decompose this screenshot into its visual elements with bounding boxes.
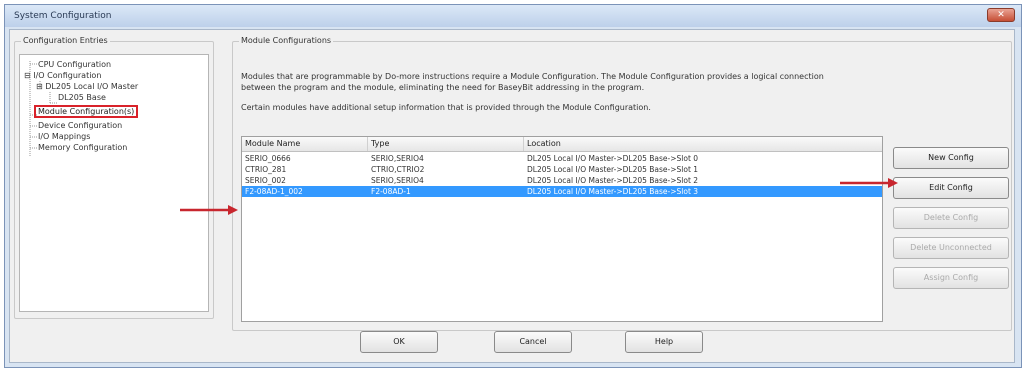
tree-item-label: I/O Configuration <box>33 71 102 80</box>
delete-config-button[interactable]: Delete Config <box>893 207 1009 229</box>
cell-type: SERIO,SERIO4 <box>371 176 424 185</box>
tree-item-device-configuration[interactable]: Device Configuration <box>38 121 122 130</box>
column-header-module-name[interactable]: Module Name <box>242 137 368 151</box>
tree-item-io-mappings[interactable]: I/O Mappings <box>38 132 90 141</box>
cell-module-name: CTRIO_281 <box>245 165 287 174</box>
table-row[interactable]: SERIO_0666 SERIO,SERIO4 DL205 Local I/O … <box>242 153 882 164</box>
description-line: between the program and the module, elim… <box>241 83 645 92</box>
table-row-selected[interactable]: F2-08AD-1_002 F2-08AD-1 DL205 Local I/O … <box>242 186 882 197</box>
collapse-icon[interactable]: ⊟ <box>36 82 43 91</box>
cell-location: DL205 Local I/O Master->DL205 Base->Slot… <box>527 165 699 174</box>
tree-item-cpu-configuration[interactable]: CPU Configuration <box>38 60 111 69</box>
description-line: Modules that are programmable by Do-more… <box>241 72 824 81</box>
tree-item-memory-configuration[interactable]: Memory Configuration <box>38 143 127 152</box>
cell-location: DL205 Local I/O Master->DL205 Base->Slot… <box>527 154 699 163</box>
help-button[interactable]: Help <box>625 331 703 353</box>
description-line: Certain modules have additional setup in… <box>241 103 651 112</box>
tree-item-label: Device Configuration <box>38 121 123 130</box>
tree-item-io-configuration[interactable]: ⊟ I/O Configuration <box>24 71 101 80</box>
cell-type: SERIO,SERIO4 <box>371 154 424 163</box>
table-row[interactable]: CTRIO_281 CTRIO,CTRIO2 DL205 Local I/O M… <box>242 164 882 175</box>
configuration-tree[interactable]: CPU Configuration ⊟ I/O Configuration ⊟ … <box>19 54 209 312</box>
cell-location: DL205 Local I/O Master->DL205 Base->Slot… <box>527 176 699 185</box>
delete-unconnected-button[interactable]: Delete Unconnected <box>893 237 1009 259</box>
column-header-location[interactable]: Location <box>524 137 882 151</box>
cell-module-name: SERIO_0666 <box>245 154 291 163</box>
assign-config-button[interactable]: Assign Config <box>893 267 1009 289</box>
column-header-type[interactable]: Type <box>368 137 524 151</box>
tree-item-label: DL205 Local I/O Master <box>45 82 139 91</box>
tree-item-label: DL205 Base <box>58 93 106 102</box>
new-config-button[interactable]: New Config <box>893 147 1009 169</box>
cell-type: F2-08AD-1 <box>371 187 411 196</box>
cell-module-name: SERIO_002 <box>245 176 286 185</box>
edit-config-button[interactable]: Edit Config <box>893 177 1009 199</box>
window-title: System Configuration <box>14 11 112 21</box>
tree-item-dl205-local-io-master[interactable]: ⊟ DL205 Local I/O Master <box>36 82 138 91</box>
title-bar[interactable]: System Configuration ✕ <box>5 5 1021 27</box>
cell-location: DL205 Local I/O Master->DL205 Base->Slot… <box>527 187 699 196</box>
tree-item-label: Memory Configuration <box>38 143 128 152</box>
dialog-body: Configuration Entries CPU Configuration … <box>9 29 1015 363</box>
tree-item-label: I/O Mappings <box>38 132 91 141</box>
close-icon: ✕ <box>997 10 1005 20</box>
table-row[interactable]: SERIO_002 SERIO,SERIO4 DL205 Local I/O M… <box>242 175 882 186</box>
cell-type: CTRIO,CTRIO2 <box>371 165 425 174</box>
configuration-entries-group: Configuration Entries CPU Configuration … <box>14 36 214 319</box>
tree-item-label: Module Configuration(s) <box>38 107 135 116</box>
callout-arrow-icon <box>180 205 238 215</box>
ok-button[interactable]: OK <box>360 331 438 353</box>
cancel-button[interactable]: Cancel <box>494 331 572 353</box>
tree-item-label: CPU Configuration <box>38 60 112 69</box>
collapse-icon[interactable]: ⊟ <box>24 71 31 80</box>
module-configurations-table[interactable]: Module Name Type Location SERIO_0666 SER… <box>241 136 883 322</box>
configuration-entries-title: Configuration Entries <box>21 36 110 45</box>
tree-item-dl205-base[interactable]: DL205 Base <box>58 93 106 102</box>
cell-module-name: F2-08AD-1_002 <box>245 187 303 196</box>
table-header: Module Name Type Location <box>242 137 882 152</box>
module-configurations-title: Module Configurations <box>239 36 334 45</box>
tree-item-module-configurations[interactable]: Module Configuration(s) <box>34 105 139 118</box>
callout-arrow-icon <box>840 178 898 188</box>
close-button[interactable]: ✕ <box>987 8 1015 22</box>
